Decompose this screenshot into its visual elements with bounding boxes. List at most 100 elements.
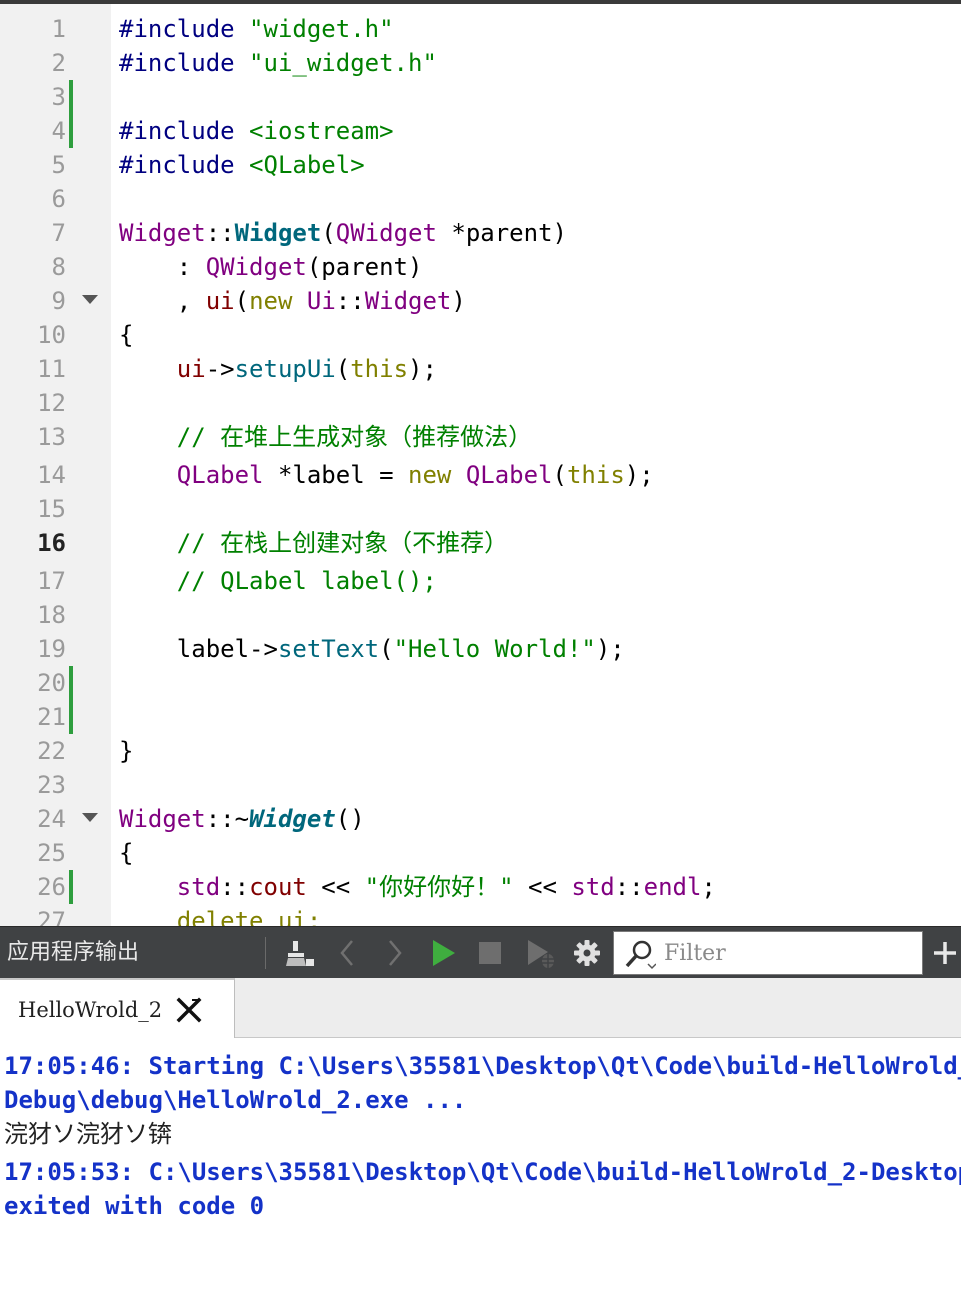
code-line[interactable]: 12 [0, 386, 961, 420]
output-tab-bar: HelloWrold_2 [0, 978, 961, 1038]
clear-output-button[interactable] [282, 935, 318, 971]
code-text[interactable]: #include <iostream> [119, 114, 394, 148]
code-line[interactable]: 22} [0, 734, 961, 768]
code-token: Widget [249, 805, 336, 833]
chevron-right-icon [389, 940, 402, 966]
code-token: // 在堆上生成对象（推荐做法） [119, 423, 533, 451]
code-line[interactable]: 3 [0, 80, 961, 114]
code-text[interactable]: Widget::~Widget() [119, 802, 365, 836]
fold-arrow-icon[interactable] [82, 295, 98, 304]
code-line[interactable]: 16 // 在栈上创建对象（不推荐） [0, 526, 961, 560]
code-text[interactable]: QLabel *label = new QLabel(this); [119, 458, 654, 492]
next-item-button[interactable] [376, 935, 412, 971]
code-token: Widget [119, 805, 206, 833]
output-line: Debug\debug\HelloWrold_2.exe ... [4, 1086, 467, 1114]
code-line[interactable]: 9 , ui(new Ui::Widget) [0, 284, 961, 318]
code-token: endl [643, 873, 702, 901]
code-text[interactable]: std::cout << "你好你好！" << std::endl; [119, 870, 716, 904]
code-line[interactable]: 1 #include "widget.h" [0, 12, 961, 46]
output-line: 17:05:46: Starting C:\Users\35581\Deskto… [4, 1052, 961, 1080]
code-line[interactable]: 6 [0, 182, 961, 216]
stop-button[interactable] [472, 935, 508, 971]
code-token: "Hello World!" [393, 635, 596, 663]
code-token: Widget [364, 287, 452, 315]
code-token: ); [595, 635, 625, 663]
code-text[interactable]: { [119, 836, 133, 870]
code-token: ; [701, 873, 716, 901]
rerun-button[interactable] [425, 935, 461, 971]
broom-icon [286, 941, 314, 966]
code-line[interactable]: 5 #include <QLabel> [0, 148, 961, 182]
code-token: ( [335, 355, 351, 383]
code-token: -> [205, 355, 235, 383]
code-text[interactable]: : QWidget(parent) [119, 250, 423, 284]
code-token: ui [176, 355, 206, 383]
line-number: 8 [51, 253, 66, 281]
code-token: ) [451, 287, 466, 315]
code-line[interactable]: 21 [0, 700, 961, 734]
fold-arrow-icon[interactable] [82, 813, 98, 822]
filter-input[interactable] [664, 936, 914, 970]
code-text[interactable]: // QLabel label(); [119, 564, 437, 598]
code-token: *parent) [436, 219, 567, 247]
code-text[interactable]: Widget::Widget(QWidget *parent) [119, 216, 567, 250]
code-text[interactable]: { [119, 318, 133, 352]
add-button[interactable] [928, 935, 961, 971]
close-icon[interactable] [176, 997, 202, 1023]
code-line[interactable]: 26 std::cout << "你好你好！" << std::endl; [0, 870, 961, 904]
line-number: 14 [37, 461, 66, 489]
application-output-text[interactable]: 17:05:46: Starting C:\Users\35581\Deskto… [0, 1038, 961, 1315]
code-text[interactable]: // 在栈上创建对象（不推荐） [119, 526, 508, 560]
code-token: Widget [234, 219, 322, 247]
code-text[interactable]: , ui(new Ui::Widget) [119, 284, 466, 318]
filter-box[interactable] [613, 931, 923, 975]
code-text[interactable]: ui->setupUi(this); [119, 352, 437, 386]
play-icon [433, 940, 455, 966]
code-line[interactable]: 14 QLabel *label = new QLabel(this); [0, 458, 961, 492]
editor-top-border [0, 0, 961, 4]
line-number: 19 [37, 635, 66, 663]
code-text[interactable]: } [119, 734, 133, 768]
attach-debugger-button[interactable] [522, 935, 558, 971]
gear-icon [574, 940, 600, 966]
code-text[interactable]: delete ui; [119, 904, 322, 926]
tab-hellowrold-2[interactable]: HelloWrold_2 [0, 978, 235, 1038]
line-number: 7 [51, 219, 66, 247]
line-number: 9 [51, 287, 66, 315]
code-text[interactable]: // 在堆上生成对象（推荐做法） [119, 420, 532, 454]
code-line[interactable]: 10 { [0, 318, 961, 352]
code-line[interactable]: 13 // 在堆上生成对象（推荐做法） [0, 420, 961, 454]
code-token: delete ui; [119, 907, 322, 926]
code-text[interactable]: #include "ui_widget.h" [119, 46, 437, 80]
code-line[interactable]: 25 { [0, 836, 961, 870]
previous-item-button[interactable] [330, 935, 366, 971]
code-line[interactable]: 11 ui->setupUi(this); [0, 352, 961, 386]
code-line[interactable]: 7 Widget::Widget(QWidget *parent) [0, 216, 961, 250]
settings-button[interactable] [569, 935, 605, 971]
code-editor[interactable]: 1 #include "widget.h" 2 #include "ui_widget… [0, 0, 961, 926]
code-token: << [306, 873, 365, 901]
change-marker [69, 114, 73, 148]
code-line[interactable]: 27 delete ui; [0, 904, 961, 926]
code-text[interactable]: #include "widget.h" [119, 12, 394, 46]
code-line[interactable]: 23 [0, 768, 961, 802]
code-line[interactable]: 8 : QWidget(parent) [0, 250, 961, 284]
code-token: Widget [119, 219, 206, 247]
code-line[interactable]: 4 #include <iostream> [0, 114, 961, 148]
code-line[interactable]: 20 [0, 666, 961, 700]
code-line[interactable]: 15 [0, 492, 961, 526]
code-token: ui [205, 287, 235, 315]
code-line[interactable]: 17 // QLabel label(); [0, 564, 961, 598]
code-line[interactable]: 2 #include "ui_widget.h" [0, 46, 961, 80]
code-token: std [571, 873, 615, 901]
code-line[interactable]: 19 label->setText("Hello World!"); [0, 632, 961, 666]
code-line[interactable]: 18 [0, 598, 961, 632]
code-token: setText [277, 635, 380, 663]
line-number: 5 [51, 151, 66, 179]
code-token: : [119, 253, 206, 281]
debug-run-icon [528, 940, 554, 968]
code-text[interactable]: label->setText("Hello World!"); [119, 632, 625, 666]
code-text[interactable]: #include <QLabel> [119, 148, 365, 182]
code-line[interactable]: 24 Widget::~Widget() [0, 802, 961, 836]
